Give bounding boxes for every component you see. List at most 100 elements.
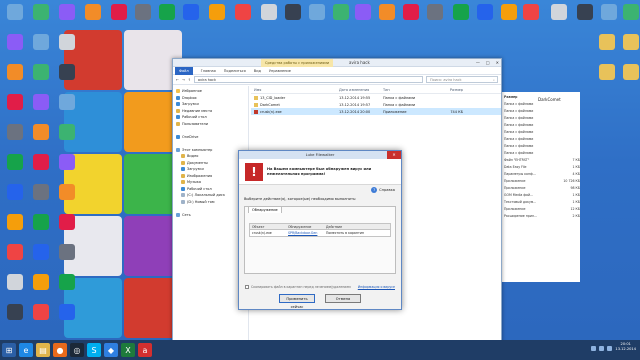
- list-item[interactable]: Папка с файлами: [502, 101, 560, 108]
- list-item[interactable]: Текстовый докум...: [502, 199, 560, 206]
- desktop-icon[interactable]: [56, 304, 78, 320]
- desktop-icon[interactable]: [82, 4, 104, 20]
- desktop-icon[interactable]: [4, 94, 26, 110]
- clock[interactable]: 20:01 13.12.2014: [615, 342, 636, 352]
- taskbar-skype-icon[interactable]: S: [87, 343, 101, 357]
- table-row[interactable]: crusk(n).exe SPR/Backdoor.Gen Поместить …: [250, 230, 390, 236]
- desktop-icon[interactable]: [400, 4, 422, 20]
- desktop-icon[interactable]: [30, 154, 52, 170]
- list-item[interactable]: Папка с файлами: [502, 122, 560, 129]
- desktop-icon[interactable]: [30, 214, 52, 230]
- desktop-icon[interactable]: [30, 4, 52, 20]
- tray-icon[interactable]: [591, 346, 596, 351]
- detection-tab[interactable]: Обнаружение: [248, 206, 282, 213]
- desktop-icon[interactable]: [180, 4, 202, 20]
- desktop-icon[interactable]: [56, 274, 78, 290]
- desktop-icon[interactable]: [108, 4, 130, 20]
- desktop-icon[interactable]: [620, 4, 640, 20]
- list-item[interactable]: GOM Media фай...: [502, 192, 560, 199]
- quarantine-checkbox-row[interactable]: Скопировать файл в карантин перед лечени…: [245, 285, 351, 289]
- nav-item[interactable]: Сеть: [173, 212, 248, 219]
- taskbar-ie-icon[interactable]: e: [19, 343, 33, 357]
- desktop-icon[interactable]: [474, 4, 496, 20]
- desktop-icon[interactable]: [156, 4, 178, 20]
- search-input[interactable]: Поиск: avira hack ⌕: [426, 76, 498, 83]
- help-icon[interactable]: ?: [371, 187, 378, 193]
- desktop-icon[interactable]: [376, 4, 398, 20]
- forward-icon[interactable]: →: [182, 78, 185, 82]
- apply-now-button[interactable]: Применить сейчас: [279, 294, 315, 309]
- taskbar-steam-icon[interactable]: ◎: [70, 343, 84, 357]
- list-item[interactable]: Приложение: [502, 178, 560, 185]
- desktop-icon[interactable]: [132, 4, 154, 20]
- list-item[interactable]: Папка с файлами: [502, 115, 560, 122]
- td-detection-link[interactable]: SPR/Backdoor.Gen: [288, 231, 326, 235]
- taskbar-excel-icon[interactable]: X: [121, 343, 135, 357]
- ribbon-tab[interactable]: Поделиться: [224, 69, 246, 73]
- list-item[interactable]: Папка с файлами: [502, 150, 560, 157]
- desktop-icon[interactable]: [30, 184, 52, 200]
- desktop-icon[interactable]: [4, 184, 26, 200]
- list-item[interactable]: Папка с файлами: [502, 108, 560, 115]
- list-item[interactable]: Папка с файлами: [502, 136, 560, 143]
- col-name[interactable]: Имя: [251, 88, 339, 92]
- desktop-icon[interactable]: [30, 274, 52, 290]
- context-tab[interactable]: Средства работы с приложениями: [261, 59, 334, 67]
- desktop-icon[interactable]: [56, 4, 78, 20]
- list-item[interactable]: Папка с файлами: [502, 143, 560, 150]
- dialog-close-button[interactable]: ✕: [387, 151, 401, 159]
- taskbar-dropbox-icon[interactable]: ◆: [104, 343, 118, 357]
- address-bar[interactable]: avira hack: [193, 76, 423, 83]
- desktop-icon[interactable]: [4, 274, 26, 290]
- desktop-icon[interactable]: [4, 124, 26, 140]
- file-row[interactable]: DarkComet 13.12.2014 19:57 Папка с файлами: [251, 101, 501, 108]
- desktop-icon[interactable]: [596, 64, 618, 80]
- taskbar-firefox-icon[interactable]: ●: [53, 343, 67, 357]
- up-icon[interactable]: ↑: [188, 78, 191, 82]
- desktop-icon[interactable]: [520, 4, 542, 20]
- desktop-icon[interactable]: [548, 4, 570, 20]
- desktop-icon[interactable]: [498, 4, 520, 20]
- taskbar-explorer-icon[interactable]: ▤: [36, 343, 50, 357]
- list-item[interactable]: Расширение прил...: [502, 213, 560, 220]
- desktop-icon[interactable]: [598, 4, 620, 20]
- ribbon-tab[interactable]: Файл: [175, 66, 193, 75]
- back-icon[interactable]: ←: [176, 78, 179, 82]
- desktop-icon[interactable]: [424, 4, 446, 20]
- col-type[interactable]: Тип: [383, 88, 427, 92]
- taskbar-start-icon[interactable]: ⊞: [2, 343, 16, 357]
- list-item[interactable]: Приложение: [502, 185, 560, 192]
- tray-icon[interactable]: [599, 346, 604, 351]
- desktop-icon[interactable]: [4, 64, 26, 80]
- desktop-icon[interactable]: [56, 154, 78, 170]
- list-item[interactable]: Data Easy File: [502, 164, 560, 171]
- list-item[interactable]: Файл "EHTRST": [502, 157, 560, 164]
- desktop-icon[interactable]: [282, 4, 304, 20]
- desktop-icon[interactable]: [620, 34, 640, 50]
- desktop-icon[interactable]: [56, 34, 78, 50]
- virus-info-link[interactable]: Информация о вирусе: [358, 285, 395, 289]
- quarantine-checkbox[interactable]: [245, 285, 249, 289]
- desktop-icon[interactable]: [352, 4, 374, 20]
- desktop-icon[interactable]: [30, 124, 52, 140]
- taskbar-avira-icon[interactable]: a: [138, 343, 152, 357]
- desktop-icon[interactable]: [56, 94, 78, 110]
- desktop-icon[interactable]: [56, 214, 78, 230]
- list-item[interactable]: Папка с файлами: [502, 129, 560, 136]
- ribbon-tab[interactable]: Вид: [254, 69, 261, 73]
- td-action[interactable]: Поместить в карантин: [326, 231, 390, 235]
- ribbon-tab[interactable]: Главная: [201, 69, 216, 73]
- list-item[interactable]: Параметры конф...: [502, 171, 560, 178]
- desktop-icon[interactable]: [30, 34, 52, 50]
- desktop-icon[interactable]: [56, 244, 78, 260]
- desktop-icon[interactable]: [232, 4, 254, 20]
- desktop-icon[interactable]: [30, 304, 52, 320]
- col-size[interactable]: Размер: [427, 88, 467, 92]
- desktop-icon[interactable]: [30, 244, 52, 260]
- desktop-icon[interactable]: [306, 4, 328, 20]
- desktop-icon[interactable]: [4, 154, 26, 170]
- close-icon[interactable]: ✕: [496, 60, 499, 65]
- file-row[interactable]: 13_CID_loader 13.12.2014 19:55 Папка с фай…: [251, 94, 501, 101]
- cancel-button[interactable]: Отмена: [325, 294, 361, 303]
- desktop-icon[interactable]: [4, 244, 26, 260]
